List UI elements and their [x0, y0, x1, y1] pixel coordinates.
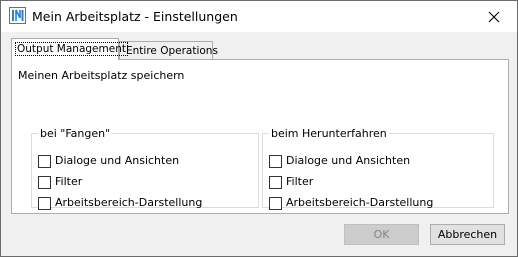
tab-label: Output Management [15, 42, 128, 56]
group-legend: bei "Fangen" [40, 127, 111, 140]
group-on-shutdown: beim Herunterfahren Dialoge und Ansichte… [262, 127, 494, 210]
checkbox-label: Arbeitsbereich-Darstellung [286, 196, 434, 209]
panel-heading: Meinen Arbeitsplatz speichern [18, 69, 185, 82]
app-logo-icon [9, 7, 26, 24]
checkbox-label: Dialoge und Ansichten [55, 154, 180, 167]
tab-label: Entire Operations [126, 45, 218, 57]
checkbox-label: Dialoge und Ansichten [286, 154, 411, 167]
title-bar[interactable]: Mein Arbeitsplatz - Einstellungen [1, 1, 517, 32]
checkbox-box[interactable] [269, 197, 282, 210]
cancel-button[interactable]: Abbrechen [430, 224, 505, 245]
group-on-capture: bei "Fangen" Dialoge und Ansichten Filte… [31, 127, 259, 210]
tab-entire-operations[interactable]: Entire Operations [119, 41, 218, 60]
checkbox-box[interactable] [269, 155, 282, 168]
tab-output-management[interactable]: Output Management [11, 38, 128, 60]
close-icon [488, 11, 500, 23]
ok-button[interactable]: OK [344, 224, 419, 245]
tab-panel: Meinen Arbeitsplatz speichern bei "Fange… [11, 59, 509, 214]
checkbox-label: Filter [286, 175, 314, 188]
checkbox-box[interactable] [269, 176, 282, 189]
checkbox-box[interactable] [38, 155, 51, 168]
checkbox-label: Arbeitsbereich-Darstellung [55, 196, 203, 209]
settings-dialog: Mein Arbeitsplatz - Einstellungen Output… [0, 0, 518, 257]
close-button[interactable] [471, 1, 517, 32]
checkbox-box[interactable] [38, 197, 51, 210]
window-title: Mein Arbeitsplatz - Einstellungen [32, 9, 238, 24]
checkbox-label: Filter [55, 175, 83, 188]
checkbox-box[interactable] [38, 176, 51, 189]
group-legend: beim Herunterfahren [271, 127, 387, 140]
